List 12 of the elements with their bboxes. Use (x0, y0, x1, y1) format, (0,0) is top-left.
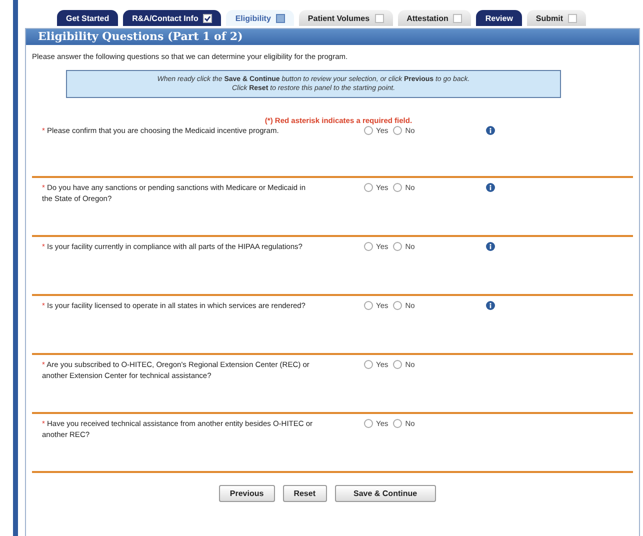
previous-button[interactable]: Previous (218, 485, 275, 502)
help-icon[interactable] (486, 301, 495, 310)
reset-button[interactable]: Reset (282, 485, 326, 502)
tab[interactable]: Review (476, 10, 522, 26)
help-icon[interactable] (486, 183, 495, 192)
tab[interactable]: R&A/Contact Info (123, 10, 222, 26)
panel-title: Eligibility Questions (Part 1 of 2) (26, 29, 639, 45)
tab[interactable]: Eligibility (226, 10, 294, 26)
tab[interactable]: Get Started (57, 10, 118, 26)
help-icon[interactable] (486, 126, 495, 135)
save-continue-button[interactable]: Save & Continue (334, 485, 436, 502)
help-icon[interactable] (486, 242, 495, 251)
